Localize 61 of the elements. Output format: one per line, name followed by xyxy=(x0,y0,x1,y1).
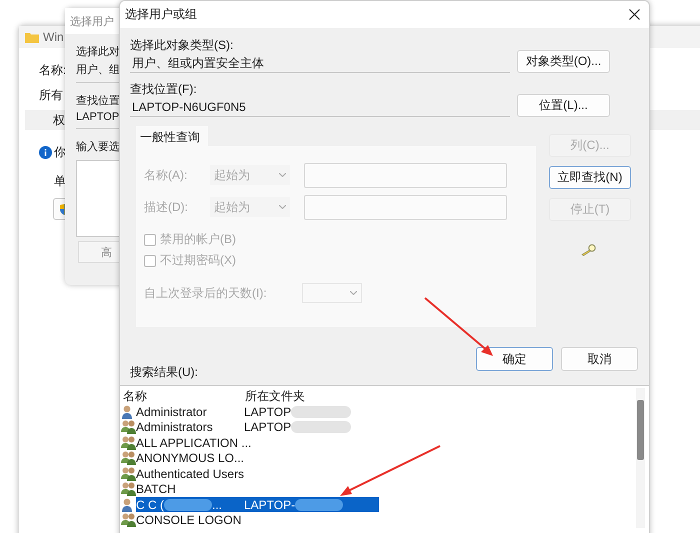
info-icon xyxy=(39,146,52,159)
field-label: 名称(A): xyxy=(144,166,188,184)
result-row[interactable]: BATCH xyxy=(136,482,379,497)
close-icon[interactable] xyxy=(629,9,640,20)
column-header[interactable]: 所在文件夹 xyxy=(245,388,375,404)
scrollbar[interactable] xyxy=(636,388,645,528)
result-row[interactable]: CONSOLE LOGON xyxy=(136,512,379,528)
table-cell: LAPTOP xyxy=(244,404,292,419)
result-row[interactable]: C C ( ... LAPTOP- xyxy=(136,497,379,512)
result-row[interactable]: Authenticated Users xyxy=(136,466,379,482)
table-cell: LAPTOP xyxy=(244,420,292,434)
results-label: 搜索结果(U): xyxy=(130,364,198,381)
group-icon xyxy=(121,420,136,434)
field-label: 所有 xyxy=(39,87,63,104)
result-row[interactable]: Administrators LAPTOP xyxy=(136,420,379,435)
column-header[interactable]: 名称 xyxy=(123,388,245,404)
chevron-icon xyxy=(350,291,357,295)
group-icon xyxy=(121,436,136,450)
chevron-icon xyxy=(279,205,286,209)
ok-button[interactable]: 确定 xyxy=(476,347,553,371)
chevron-icon xyxy=(279,173,286,177)
table-cell: ANONYMOUS LO... xyxy=(136,451,244,466)
search-icon xyxy=(581,244,597,256)
group-icon xyxy=(121,482,136,496)
field-label: 选择此对 xyxy=(76,45,120,59)
table-cell: ... xyxy=(212,498,222,512)
table-cell: BATCH xyxy=(136,482,176,496)
table-cell: Administrators xyxy=(136,420,213,434)
field-label: 查找位置 xyxy=(76,94,120,108)
group-icon xyxy=(121,451,136,466)
window-title: 选择用户或组 xyxy=(125,6,197,23)
table-cell: ALL APPLICATION ... xyxy=(136,436,252,450)
action-button[interactable]: 立即查找(N) xyxy=(549,166,631,189)
table-cell: Authenticated Users xyxy=(136,466,244,481)
folder-icon xyxy=(25,32,39,42)
table-cell: CONSOLE LOGON xyxy=(136,513,242,528)
field-value: 用户、组或内置安全主体 xyxy=(130,54,510,73)
table-cell: LAPTOP- xyxy=(244,498,296,512)
group-icon xyxy=(121,513,136,528)
info-text: 你 xyxy=(54,144,66,161)
table-cell: C C ( xyxy=(136,498,164,512)
field-label: 输入要选 xyxy=(76,140,120,154)
object-types-button[interactable]: 对象类型(O)... xyxy=(517,50,610,73)
field-label: 名称: xyxy=(39,62,66,79)
annotation-arrow xyxy=(423,296,495,358)
group-icon xyxy=(121,466,136,481)
group-label: 单 xyxy=(54,173,66,190)
table-cell: Administrator xyxy=(136,404,207,419)
scrollbar-thumb[interactable] xyxy=(637,400,644,460)
field-label: 自上次登录后的天数(I): xyxy=(144,284,268,302)
cancel-button[interactable]: 取消 xyxy=(561,347,638,371)
field-label: 选择此对象类型(S): xyxy=(130,37,234,54)
result-row[interactable]: ANONYMOUS LO... xyxy=(136,450,379,466)
window-title: Win xyxy=(43,30,64,44)
window-title: 选择用户 xyxy=(70,14,114,28)
result-row[interactable]: Administrator LAPTOP xyxy=(136,404,379,420)
field-value: LAPTOP-N6UGF0N5 xyxy=(130,98,510,117)
locations-button[interactable]: 位置(L)... xyxy=(517,94,610,117)
field-label: 描述(D): xyxy=(144,198,189,216)
field-label: 查找位置(F): xyxy=(130,81,198,98)
result-row[interactable]: ALL APPLICATION ... xyxy=(136,435,379,450)
